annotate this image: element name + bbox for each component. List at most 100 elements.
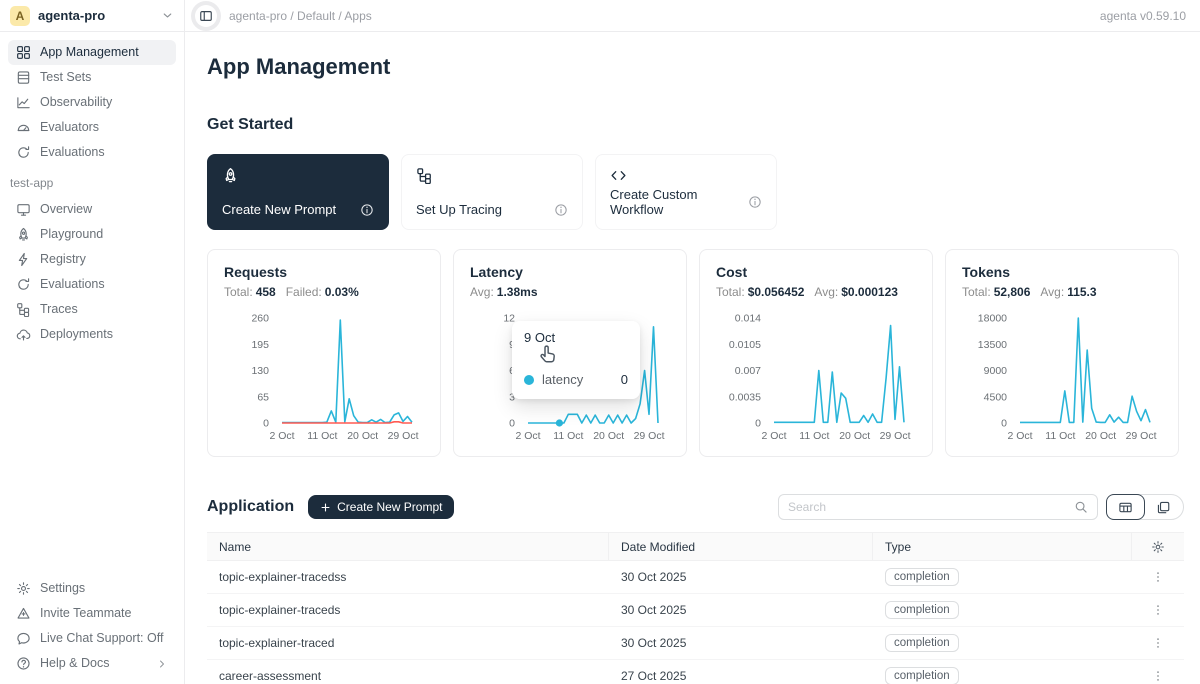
sidebar-item-label: Evaluations [40,145,105,160]
card-label: Create Custom Workflow [610,187,748,217]
help-circle-icon [16,656,31,671]
row-menu-button[interactable] [1144,570,1172,584]
get-started-card-create-new-prompt[interactable]: Create New Prompt [207,154,389,230]
workspace-selector[interactable]: A agenta-pro [0,0,185,32]
test-sets-icon [16,70,31,85]
table-row[interactable]: topic-explainer-traceds 30 Oct 2025 comp… [207,594,1184,627]
column-header-type[interactable]: Type [873,533,1132,560]
column-header-date-modified[interactable]: Date Modified [609,533,873,560]
metric-title: Tokens [962,264,1162,280]
column-settings-cell [1132,533,1184,560]
metric-title: Cost [716,264,916,280]
sidebar-item-evaluations[interactable]: Evaluations [8,272,176,297]
sidebar-item-label: Playground [40,227,103,242]
sidebar-item-label: Observability [40,95,112,110]
app-name-cell: topic-explainer-traced [207,636,609,650]
type-badge: completion [885,667,959,684]
table-row[interactable]: career-assessment 27 Oct 2025 completion [207,660,1184,684]
main-content: App Management Get Started Create New Pr… [185,32,1200,684]
sidebar-item-label: Overview [40,202,92,217]
svg-text:11 Oct: 11 Oct [799,430,829,442]
svg-text:260: 260 [251,313,269,325]
series-line-tokens [1020,318,1150,422]
type-badge: completion [885,568,959,586]
sidebar-item-app-management[interactable]: App Management [8,40,176,65]
sidebar-item-evaluators[interactable]: Evaluators [8,115,176,140]
app-name-cell: topic-explainer-traceds [207,603,609,617]
sidebar-item-label: Test Sets [40,70,91,85]
row-menu-button[interactable] [1144,636,1172,650]
tokens-line-chart[interactable]: 18000135009000450002 Oct11 Oct20 Oct29 O… [962,304,1164,444]
gauge-icon [16,120,31,135]
sidebar-collapse-button[interactable] [195,5,217,27]
type-badge: completion [885,634,959,652]
sidebar-item-test-sets[interactable]: Test Sets [8,65,176,90]
sidebar-item-traces[interactable]: Traces [8,297,176,322]
table-row[interactable]: topic-explainer-traced 30 Oct 2025 compl… [207,627,1184,660]
type-cell: completion [873,667,1132,684]
tree-icon [416,167,433,184]
sidebar-item-observability[interactable]: Observability [8,90,176,115]
table-row[interactable]: topic-explainer-tracedss 30 Oct 2025 com… [207,561,1184,594]
table-view-icon [1118,500,1133,515]
metrics-charts-row: Requests Total:458Failed:0.03%2601951306… [207,249,1184,457]
sidebar-item-label: Help & Docs [40,656,109,671]
sidebar-item-overview[interactable]: Overview [8,197,176,222]
get-started-card-set-up-tracing[interactable]: Set Up Tracing [401,154,583,230]
row-menu-button[interactable] [1144,603,1172,617]
chart-tooltip: 9 Oct latency 0 [512,321,640,399]
date-modified-cell: 30 Oct 2025 [609,603,873,617]
card-label: Set Up Tracing [416,202,502,217]
svg-text:2 Oct: 2 Oct [1007,430,1032,442]
row-menu-button[interactable] [1144,669,1172,683]
table-view-button[interactable] [1106,494,1145,520]
top-bar-main: agenta-pro / Default / Apps agenta v0.59… [185,0,1200,32]
svg-text:2 Oct: 2 Oct [269,430,294,442]
column-header-name[interactable]: Name [207,533,609,560]
search-icon[interactable] [1074,500,1088,514]
info-icon [748,195,762,209]
sidebar-item-deployments[interactable]: Deployments [8,322,176,347]
requests-line-chart[interactable]: 2601951306502 Oct11 Oct20 Oct29 Oct [224,304,426,444]
sidebar-item-label: App Management [40,45,139,60]
svg-text:9000: 9000 [984,365,1008,377]
search-input[interactable] [788,500,1074,514]
panel-left-icon [199,9,213,23]
breadcrumb[interactable]: agenta-pro / Default / Apps [229,9,372,23]
mouse-cursor-icon [537,344,558,365]
svg-text:2 Oct: 2 Oct [761,430,786,442]
metric-card-requests: Requests Total:458Failed:0.03%2601951306… [207,249,441,457]
get-started-card-create-custom-workflow[interactable]: Create Custom Workflow [595,154,777,230]
sidebar-item-help-docs[interactable]: Help & Docs [8,651,176,676]
rocket-icon [16,227,31,242]
code-icon [610,167,627,184]
get-started-cards: Create New Prompt Set Up Tracing Create … [207,154,1184,230]
sidebar-item-label: Deployments [40,327,113,342]
sidebar-item-playground[interactable]: Playground [8,222,176,247]
chat-bubble-icon [16,631,31,646]
svg-text:29 Oct: 29 Oct [1126,430,1157,442]
svg-text:18000: 18000 [978,313,1007,325]
sidebar-item-invite-teammate[interactable]: Invite Teammate [8,601,176,626]
card-view-button[interactable] [1144,495,1183,519]
applications-table: NameDate ModifiedType topic-explainer-tr… [207,532,1184,684]
table-settings-button[interactable] [1151,540,1165,554]
sidebar-item-live-chat-support-off[interactable]: Live Chat Support: Off [8,626,176,651]
cost-line-chart[interactable]: 0.0140.01050.0070.003502 Oct11 Oct20 Oct… [716,304,918,444]
metric-stat: Avg:1.38ms [470,285,538,299]
svg-text:0: 0 [1001,418,1007,430]
observability-chart-icon [16,95,31,110]
metric-title: Latency [470,264,670,280]
create-new-prompt-button[interactable]: Create New Prompt [308,495,454,519]
sidebar-app-section-label: test-app [8,165,176,197]
svg-text:0.007: 0.007 [735,365,761,377]
svg-text:29 Oct: 29 Oct [388,430,419,442]
view-toggle [1106,494,1184,520]
svg-text:11 Oct: 11 Oct [1045,430,1075,442]
sidebar-item-registry[interactable]: Registry [8,247,176,272]
dots-vertical-icon [1151,603,1165,617]
metric-stat: Total:$0.056452 [716,285,804,299]
sidebar-item-evaluations[interactable]: Evaluations [8,140,176,165]
chevron-right-icon [156,658,168,670]
sidebar-item-settings[interactable]: Settings [8,576,176,601]
